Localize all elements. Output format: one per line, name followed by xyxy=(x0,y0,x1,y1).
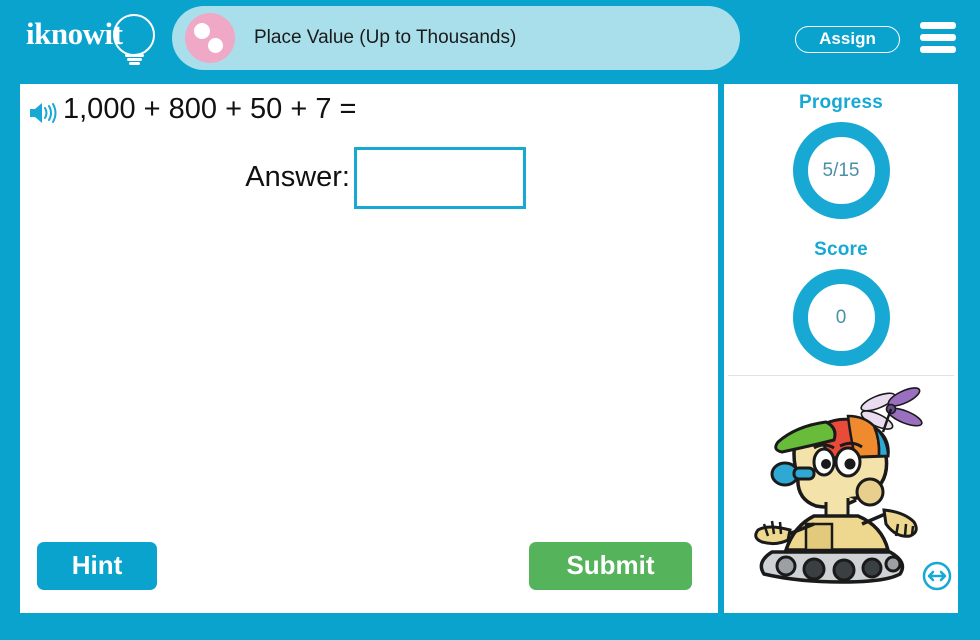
score-value: 0 xyxy=(835,306,847,328)
score-label: Score xyxy=(814,239,868,260)
progress-label: Progress xyxy=(799,92,883,113)
submit-button[interactable]: Submit xyxy=(529,542,692,590)
progress-ring: 5/15 xyxy=(792,122,890,219)
answer-label: Answer: xyxy=(245,161,350,193)
answer-input[interactable] xyxy=(354,147,526,209)
hint-button[interactable]: Hint xyxy=(37,542,157,590)
assign-button[interactable]: Assign xyxy=(795,26,900,53)
lightbulb-icon xyxy=(113,14,155,56)
progress-stat: Progress 5/15 xyxy=(724,92,958,219)
answer-row: Answer: xyxy=(20,146,540,216)
page-title: Place Value (Up to Thousands) xyxy=(254,27,517,48)
logo-text: iknowit xyxy=(26,16,123,51)
score-stat: Score 0 xyxy=(724,239,958,366)
question-panel: 1,000 + 800 + 50 + 7 = Answer: Hint Subm… xyxy=(20,84,718,613)
robot-mascot-icon xyxy=(738,384,948,584)
resize-horizontal-icon[interactable] xyxy=(922,561,952,591)
lesson-title-pill: Place Value (Up to Thousands) xyxy=(172,6,740,70)
pink-dots-icon xyxy=(185,13,235,63)
lightbulb-base-icon xyxy=(124,54,144,66)
progress-value: 5/15 xyxy=(822,159,860,181)
iknowit-logo[interactable]: iknowit xyxy=(24,13,174,65)
app-header: iknowit Place Value (Up to Thousands) As… xyxy=(0,0,980,76)
sidebar: Progress 5/15 Score 0 xyxy=(724,84,958,613)
hamburger-menu-icon[interactable] xyxy=(920,22,956,54)
app-frame: iknowit Place Value (Up to Thousands) As… xyxy=(0,0,980,640)
question-text: 1,000 + 800 + 50 + 7 = xyxy=(63,93,357,125)
speaker-icon[interactable] xyxy=(28,101,60,125)
content-area: 1,000 + 800 + 50 + 7 = Answer: Hint Subm… xyxy=(20,84,958,613)
score-ring: 0 xyxy=(792,269,890,366)
sidebar-separator xyxy=(728,375,954,376)
